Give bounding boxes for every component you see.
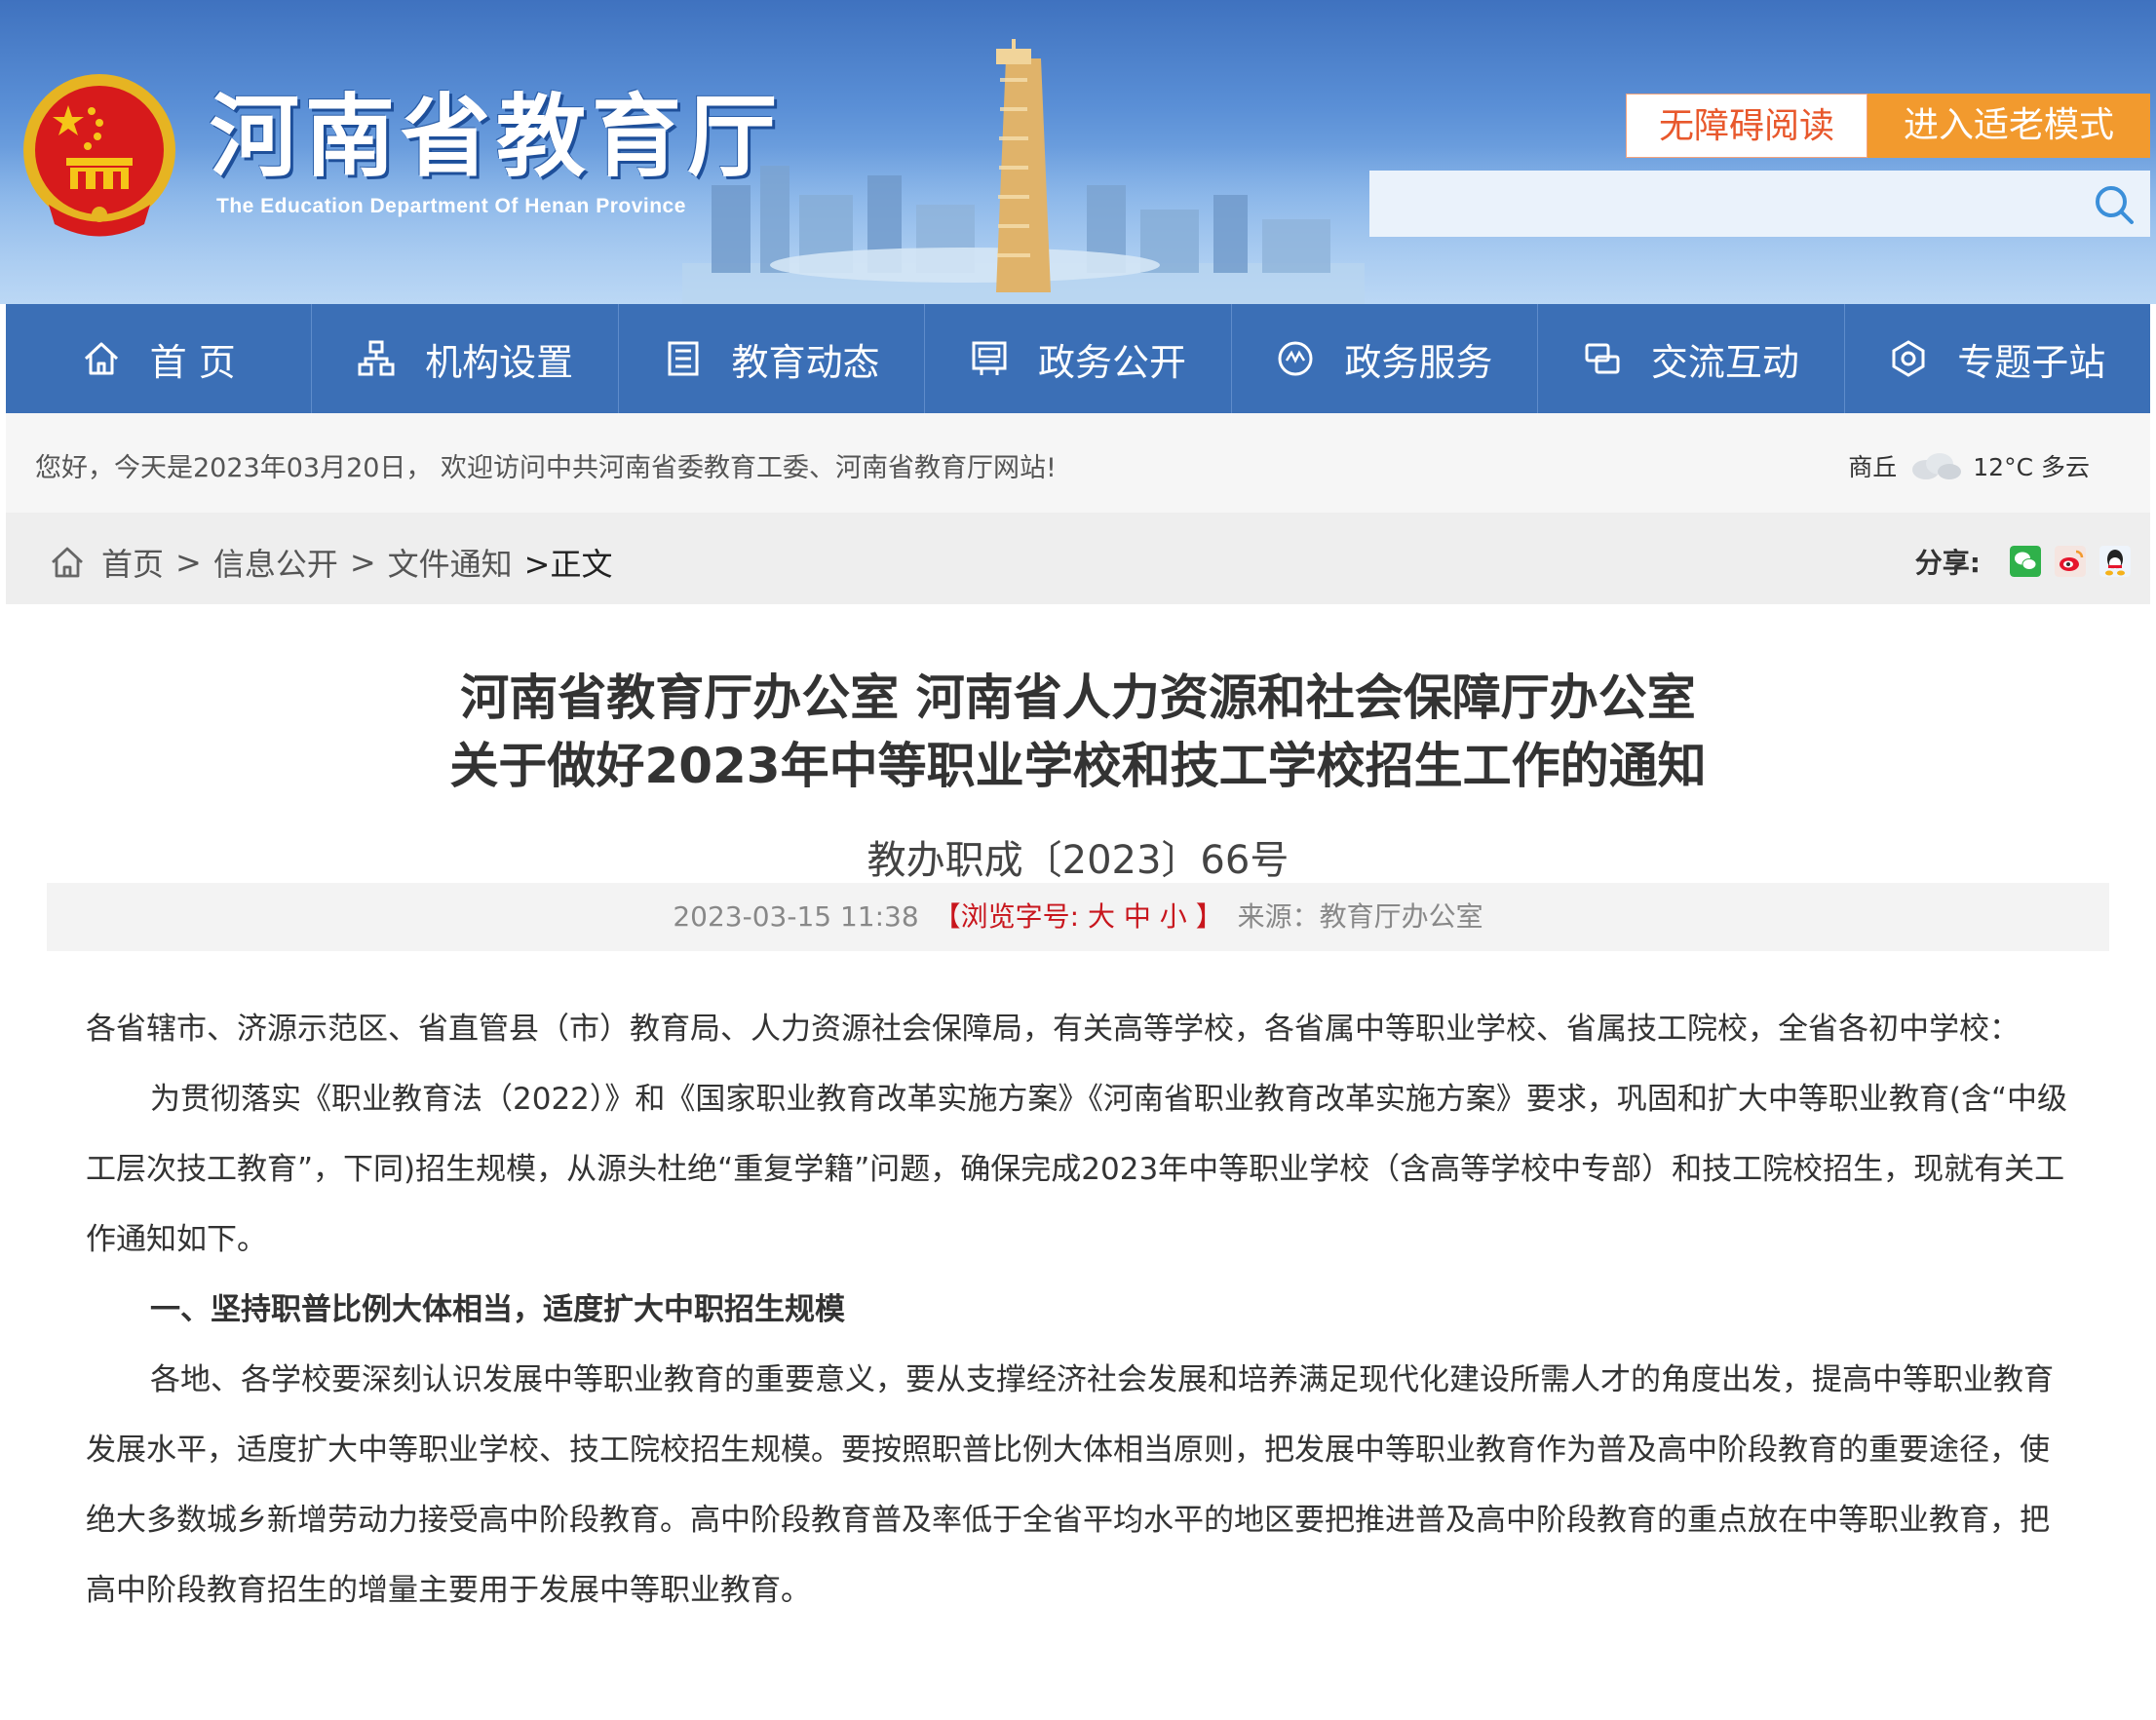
font-size-label: 【浏览字号: bbox=[933, 900, 1080, 933]
main-nav: 首 页 机构设置 教育动态 政务公开 政务服务 交流互动 专题子站 bbox=[6, 304, 2150, 413]
notice-board-icon bbox=[972, 341, 1007, 375]
search-box bbox=[1369, 171, 2150, 237]
nav-item-government-affairs[interactable]: 政务公开 bbox=[924, 304, 1230, 413]
breadcrumb-home[interactable]: 首页 bbox=[101, 540, 164, 585]
nav-item-organization[interactable]: 机构设置 bbox=[311, 304, 617, 413]
org-chart-icon bbox=[358, 340, 395, 376]
article-meta-bar: 2023-03-15 11:38 【浏览字号: 大 中 小 】 来源：教育厅办公… bbox=[47, 883, 2109, 951]
article-title-line-1: 河南省教育厅办公室 河南省人力资源和社会保障厅办公室 bbox=[460, 669, 1696, 726]
nav-item-label: 首 页 bbox=[149, 340, 236, 384]
qq-icon[interactable] bbox=[2099, 546, 2131, 577]
home-icon bbox=[52, 547, 83, 578]
welcome-text: 您好，今天是2023年03月20日， 欢迎访问中共河南省委教育工委、河南省教育厅… bbox=[35, 453, 1057, 483]
search-icon[interactable] bbox=[2092, 182, 2137, 227]
document-number: 教办职成〔2023〕66号 bbox=[866, 838, 1290, 883]
article-title-line-2: 关于做好2023年中等职业学校和技工学校招生工作的通知 bbox=[449, 738, 1707, 794]
nav-item-label: 政务服务 bbox=[1344, 340, 1493, 384]
intro-paragraph: 为贯彻落实《职业教育法（2022）》和《国家职业教育改革实施方案》《河南省职业教… bbox=[86, 1082, 2068, 1257]
nav-item-home[interactable]: 首 页 bbox=[6, 304, 311, 413]
site-title: 河南省教育厅 bbox=[210, 85, 784, 189]
nav-item-label: 政务公开 bbox=[1037, 340, 1186, 384]
home-icon bbox=[84, 342, 118, 375]
weibo-icon[interactable] bbox=[2055, 546, 2086, 577]
breadcrumb-current: >正文 bbox=[523, 546, 613, 583]
share-label: 分享: bbox=[1914, 547, 1981, 579]
nav-item-interaction[interactable]: 交流互动 bbox=[1537, 304, 1843, 413]
elder-mode-button[interactable]: 进入适老模式 bbox=[1867, 94, 2150, 158]
national-emblem-logo bbox=[23, 74, 175, 237]
breadcrumb-info-public[interactable]: 信息公开 bbox=[213, 540, 338, 585]
city-skyline-image bbox=[682, 39, 1365, 304]
site-header: 河南省教育厅 The Education Department Of Henan… bbox=[0, 0, 2156, 304]
breadcrumb-separator: > bbox=[175, 544, 202, 581]
accessible-reading-button[interactable]: 无障碍阅读 bbox=[1626, 94, 1867, 158]
subsite-icon bbox=[1892, 340, 1925, 377]
section-heading: 一、坚持职普比例大体相当，适度扩大中职招生规模 bbox=[150, 1292, 845, 1327]
nav-item-label: 专题子站 bbox=[1957, 340, 2106, 384]
nav-item-education-news[interactable]: 教育动态 bbox=[617, 304, 924, 413]
search-input[interactable] bbox=[1383, 178, 2060, 231]
news-icon bbox=[668, 341, 699, 376]
weather-info: 12°C 多云 bbox=[1973, 453, 2090, 481]
body-paragraph: 各地、各学校要深刻认识发展中等职业教育的重要意义，要从支撑经济社会发展和培养满足… bbox=[86, 1362, 2054, 1608]
font-size-medium[interactable]: 中 bbox=[1124, 900, 1151, 933]
site-subtitle: The Education Department Of Henan Provin… bbox=[216, 195, 686, 217]
publish-date: 2023-03-15 11:38 bbox=[673, 900, 919, 933]
interaction-icon bbox=[1585, 343, 1620, 374]
wechat-icon[interactable] bbox=[2010, 546, 2041, 577]
font-size-bracket: 】 bbox=[1195, 900, 1223, 933]
service-icon bbox=[1278, 341, 1313, 376]
nav-item-subsites[interactable]: 专题子站 bbox=[1843, 304, 2150, 413]
weather-city: 商丘 bbox=[1848, 453, 1898, 481]
article-source: 来源：教育厅办公室 bbox=[1237, 900, 1483, 933]
weather-widget: 商丘 12°C 多云 bbox=[1848, 448, 2090, 483]
cloudy-icon bbox=[1912, 453, 1962, 479]
addressee-paragraph: 各省辖市、济源示范区、省直管县（市）教育局、人力资源社会保障局，有关高等学校，各… bbox=[86, 1012, 2020, 1047]
font-size-small[interactable]: 小 bbox=[1160, 900, 1187, 933]
breadcrumb-bar: 首页 > 信息公开 > 文件通知 >正文 分享: bbox=[6, 513, 2150, 604]
breadcrumb-file-notice[interactable]: 文件通知 bbox=[388, 540, 513, 585]
share-bar: 分享: bbox=[1915, 542, 2131, 581]
nav-item-label: 机构设置 bbox=[425, 340, 574, 384]
breadcrumb-separator: > bbox=[349, 544, 376, 581]
welcome-bar: 您好，今天是2023年03月20日， 欢迎访问中共河南省委教育工委、河南省教育厅… bbox=[6, 413, 2150, 513]
nav-item-label: 交流互动 bbox=[1650, 340, 1799, 384]
breadcrumb: 首页 > 信息公开 > 文件通知 >正文 bbox=[49, 540, 613, 585]
nav-item-label: 教育动态 bbox=[731, 340, 880, 384]
article-body: 各省辖市、济源示范区、省直管县（市）教育局、人力资源社会保障局，有关高等学校，各… bbox=[86, 994, 2070, 1625]
font-size-large[interactable]: 大 bbox=[1088, 900, 1115, 933]
nav-item-government-services[interactable]: 政务服务 bbox=[1230, 304, 1537, 413]
